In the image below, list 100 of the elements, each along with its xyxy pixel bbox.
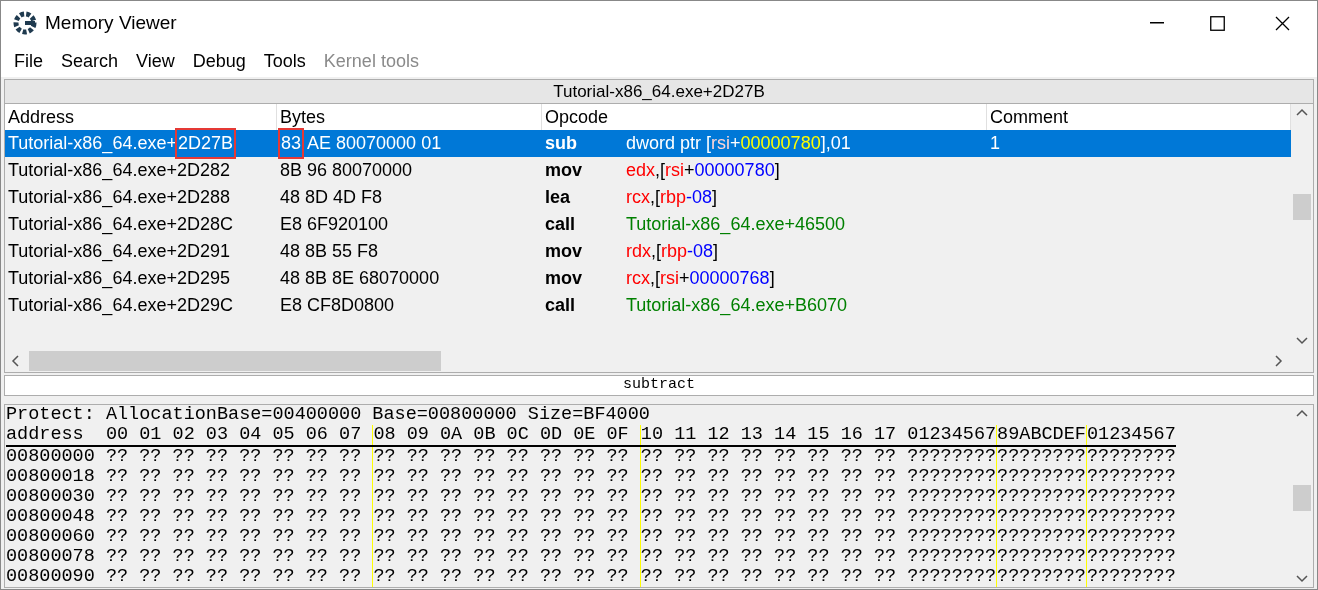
mnemonic-text: sub [544, 132, 578, 155]
hex-bytes-text: ?? ?? ?? ?? ?? ?? ?? ?? [105, 527, 363, 547]
scroll-left-icon[interactable] [11, 354, 19, 367]
hex-address-text: 00800078 [6, 547, 96, 567]
address-text: Tutorial-x86_64.exe+2D291 [8, 240, 230, 264]
scrollbar-thumb[interactable] [1293, 194, 1311, 220]
ascii-text: ???????? [907, 447, 997, 467]
menu-item[interactable]: Debug [183, 47, 255, 75]
ascii-text: ???????? [996, 447, 1086, 467]
hex-bytes-text: ?? ?? ?? ?? ?? ?? ?? ?? [639, 567, 908, 587]
scrollbar-thumb[interactable] [29, 350, 441, 371]
hex-bytes-text: ?? ?? ?? ?? ?? ?? ?? ?? [372, 507, 640, 527]
disassembly-row[interactable]: Tutorial-x86_64.exe+2D282 8B 96 80070000 mov edx,[rsi+00000780] [5, 157, 1291, 184]
disassembly-row[interactable]: Tutorial-x86_64.exe+2D291 48 8B 55 F8 mov rdx,[rbp-08] [5, 238, 1291, 265]
ascii-text: ???????? [996, 507, 1086, 527]
minimize-icon [1150, 22, 1164, 24]
disassembly-row[interactable]: Tutorial-x86_64.exe+2D288 48 8D 4D F8 lea rcx,[rbp-08] [5, 184, 1291, 211]
app-logo-icon [13, 11, 37, 35]
ascii-header-text: 89ABCDEF [996, 425, 1086, 445]
hex-header-text: address [6, 425, 85, 445]
disassembly-row[interactable]: Tutorial-x86_64.exe+2D295 48 8B 8E 68070000 mov rcx,[rsi+00000768] [5, 265, 1291, 292]
hex-bytes-text: ?? ?? ?? ?? ?? ?? ?? ?? [372, 447, 640, 467]
hex-header-text: 00 01 02 03 04 05 06 07 [104, 425, 363, 445]
hex-bytes-text: ?? ?? ?? ?? ?? ?? ?? ?? [372, 547, 640, 567]
menu-item[interactable]: View [127, 47, 184, 75]
mnemonic-text: lea [544, 186, 572, 209]
ascii-text: ???????? [1085, 447, 1176, 467]
ascii-text: ???????? [1085, 567, 1176, 587]
bytes-text: 83 [280, 130, 303, 157]
ascii-text: ???????? [907, 547, 997, 567]
bytes-text: E8 6F920100 [280, 213, 389, 236]
mnemonic-text: mov [544, 240, 583, 263]
ascii-text: ???????? [996, 567, 1086, 587]
hex-bytes-text: ?? ?? ?? ?? ?? ?? ?? ?? [639, 447, 908, 467]
ascii-text: ???????? [1085, 547, 1176, 567]
hex-address-text: 00800018 [6, 467, 96, 487]
address-text: 2D27B [176, 130, 234, 157]
ascii-header-text: 01234567 [1085, 425, 1176, 445]
horizontal-scrollbar[interactable] [4, 349, 1314, 373]
hex-bytes-text: ?? ?? ?? ?? ?? ?? ?? ?? [372, 487, 640, 507]
memory-info-text: Protect: AllocationBase=00400000 Base=00800000 Size=BF4000 [6, 405, 650, 425]
location-bar: Tutorial-x86_64.exe+2D27B [4, 79, 1314, 104]
bytes-text: 48 8B 55 F8 [280, 240, 379, 263]
menu-item[interactable]: File [5, 47, 52, 75]
hex-bytes-text: ?? ?? ?? ?? ?? ?? ?? ?? [639, 467, 908, 487]
bytes-text: 48 8B 8E 68070000 [280, 267, 440, 290]
hex-header-text: 08 09 0A 0B 0C 0D 0E 0F [372, 425, 640, 445]
scrollbar-thumb[interactable] [1293, 485, 1311, 511]
ascii-text: ???????? [907, 567, 997, 587]
bytes-text: AE 80070000 01 [307, 132, 442, 155]
ascii-text: ???????? [996, 547, 1086, 567]
hex-bytes-text: ?? ?? ?? ?? ?? ?? ?? ?? [639, 507, 908, 527]
close-icon [1274, 15, 1290, 31]
ascii-text: ???????? [996, 467, 1086, 487]
hex-address-text: 00800030 [6, 487, 96, 507]
ascii-text: ???????? [907, 467, 997, 487]
scroll-up-icon[interactable] [1296, 108, 1308, 116]
mnemonic-text: call [544, 294, 577, 317]
mnemonic-text: call [544, 213, 577, 236]
disassembly-row[interactable]: Tutorial-x86_64.exe+2D29C E8 CF8D0800 call Tutorial-x86_64.exe+B6070 [5, 292, 1291, 319]
hex-bytes-text: ?? ?? ?? ?? ?? ?? ?? ?? [105, 467, 363, 487]
hex-header-text: 10 11 12 13 14 15 16 17 [639, 425, 908, 445]
address-text: Tutorial-x86_64.exe+2D29C [8, 294, 233, 318]
hex-bytes-text: ?? ?? ?? ?? ?? ?? ?? ?? [639, 547, 908, 567]
hex-address-text: 00800090 [6, 567, 96, 587]
scroll-down-icon[interactable] [1296, 337, 1308, 345]
menu-item[interactable]: Tools [254, 47, 315, 75]
hex-address-text: 00800048 [6, 507, 96, 527]
ascii-header-text: 01234567 [907, 425, 997, 445]
address-text: Tutorial-x86_64.exe+2D28C [8, 213, 233, 237]
ascii-text: ???????? [1085, 527, 1176, 547]
disassembly-row[interactable]: Tutorial-x86_64.exe+2D28C E8 6F920100 call Tutorial-x86_64.exe+46500 [5, 211, 1291, 238]
mnemonic-text: mov [544, 159, 583, 182]
address-text: Tutorial-x86_64.exe+ [8, 132, 177, 156]
scroll-up-icon[interactable] [1296, 409, 1308, 417]
hex-bytes-text: ?? ?? ?? ?? ?? ?? ?? ?? [105, 547, 363, 567]
operand-text: edx,[rsi+00000780] [626, 159, 781, 182]
disassembly-row[interactable]: Tutorial-x86_64.exe+2D27B 83 AE 80070000 01 sub dword ptr [rsi+00000780],01 1 [5, 130, 1291, 157]
address-text: Tutorial-x86_64.exe+2D295 [8, 267, 230, 291]
ascii-text: ???????? [996, 527, 1086, 547]
hex-bytes-text: ?? ?? ?? ?? ?? ?? ?? ?? [639, 527, 908, 547]
operand-text: rdx,[rbp-08] [626, 240, 720, 263]
ascii-text: ???????? [907, 507, 997, 527]
hex-bytes-text: ?? ?? ?? ?? ?? ?? ?? ?? [105, 487, 363, 507]
menu-item[interactable]: Search [52, 47, 128, 75]
operand-text: rcx,[rsi+00000768] [626, 267, 776, 290]
window-title: Memory Viewer [45, 10, 177, 35]
bytes-text: 48 8D 4D F8 [280, 186, 383, 209]
hex-bytes-text: ?? ?? ?? ?? ?? ?? ?? ?? [105, 447, 363, 467]
instruction-description: subtract [4, 375, 1314, 396]
hex-bytes-text: ?? ?? ?? ?? ?? ?? ?? ?? [639, 487, 908, 507]
scroll-right-icon[interactable] [1275, 354, 1283, 367]
scroll-down-icon[interactable] [1296, 575, 1308, 583]
operand-text: Tutorial-x86_64.exe+B6070 [626, 294, 848, 318]
address-text: Tutorial-x86_64.exe+2D288 [8, 186, 230, 210]
hex-address-text: 00800000 [6, 447, 96, 467]
hex-bytes-text: ?? ?? ?? ?? ?? ?? ?? ?? [105, 507, 363, 527]
comment-text: 1 [989, 132, 1000, 155]
operand-text: dword ptr [rsi+00000780],01 [626, 132, 852, 155]
ascii-text: ???????? [1085, 467, 1176, 487]
